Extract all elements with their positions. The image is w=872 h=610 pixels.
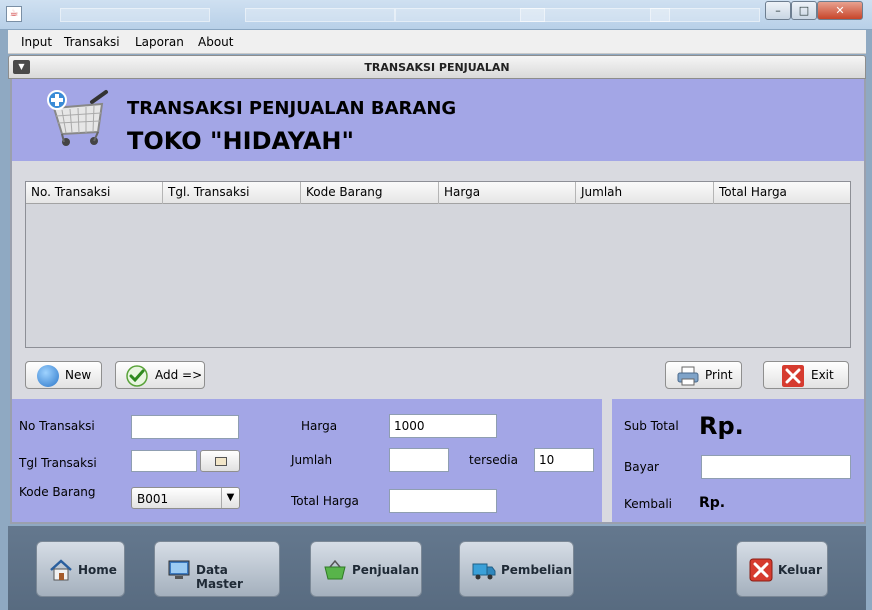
window-titlebar: ☕ – □ ✕ bbox=[0, 0, 872, 30]
printer-icon bbox=[677, 366, 699, 386]
close-window-button[interactable]: ✕ bbox=[817, 1, 863, 20]
check-icon bbox=[126, 365, 148, 387]
kode-barang-dropdown[interactable]: B001 ▼ bbox=[131, 487, 240, 509]
penjualan-label: Penjualan bbox=[352, 563, 419, 577]
jumlah-input[interactable] bbox=[389, 448, 449, 472]
home-label: Home bbox=[78, 563, 117, 577]
harga-input[interactable] bbox=[389, 414, 497, 438]
print-button[interactable]: Print bbox=[665, 361, 742, 389]
kode-barang-selected: B001 bbox=[137, 492, 169, 506]
jumlah-label: Jumlah bbox=[291, 453, 333, 467]
transaction-table[interactable]: No. Transaksi Tgl. Transaksi Kode Barang… bbox=[25, 181, 851, 348]
new-badge-icon bbox=[37, 365, 59, 387]
background-taskbar-item bbox=[245, 8, 395, 22]
subtotal-label: Sub Total bbox=[624, 419, 679, 433]
basket-icon bbox=[324, 559, 346, 580]
menu-input[interactable]: Input bbox=[21, 35, 52, 49]
bayar-label: Bayar bbox=[624, 460, 659, 474]
kembali-value: Rp. bbox=[699, 495, 726, 511]
minimize-button[interactable]: – bbox=[765, 1, 791, 20]
background-taskbar-item bbox=[520, 8, 670, 22]
column-header[interactable]: Jumlah bbox=[576, 182, 714, 204]
calendar-icon bbox=[215, 457, 227, 466]
column-header[interactable]: Harga bbox=[439, 182, 576, 204]
date-picker-button[interactable] bbox=[200, 450, 240, 472]
column-header[interactable]: Kode Barang bbox=[301, 182, 439, 204]
bayar-input[interactable] bbox=[701, 455, 851, 479]
new-button-label: New bbox=[65, 368, 92, 382]
menu-bar: Input Transaksi Laporan About bbox=[8, 30, 866, 54]
tgl-transaksi-input[interactable] bbox=[131, 450, 197, 472]
chevron-down-icon: ▼ bbox=[221, 488, 239, 508]
pembelian-label: Pembelian bbox=[501, 563, 573, 577]
monitor-icon bbox=[168, 560, 190, 579]
column-header[interactable]: Total Harga bbox=[714, 182, 850, 204]
maximize-button[interactable]: □ bbox=[791, 1, 817, 20]
exit-button-label: Exit bbox=[811, 368, 834, 382]
menu-transaksi[interactable]: Transaksi bbox=[64, 35, 120, 49]
add-button[interactable]: Add => bbox=[115, 361, 205, 389]
pembelian-button[interactable]: Pembelian bbox=[459, 541, 574, 597]
store-name: TOKO "HIDAYAH" bbox=[127, 127, 355, 155]
java-app-icon: ☕ bbox=[6, 6, 22, 22]
subtotal-value: Rp. bbox=[699, 412, 744, 440]
total-harga-input[interactable] bbox=[389, 489, 497, 513]
data-master-label: Data Master bbox=[196, 563, 243, 591]
kembali-label: Kembali bbox=[624, 497, 672, 511]
column-header[interactable]: Tgl. Transaksi bbox=[163, 182, 301, 204]
tgl-transaksi-label: Tgl Transaksi bbox=[19, 456, 97, 470]
frame-title: TRANSAKSI PENJUALAN bbox=[364, 61, 510, 74]
background-taskbar-item bbox=[60, 8, 210, 22]
menu-about[interactable]: About bbox=[198, 35, 233, 49]
close-icon bbox=[749, 558, 773, 582]
close-icon bbox=[782, 365, 804, 387]
home-button[interactable]: Home bbox=[36, 541, 125, 597]
keluar-button[interactable]: Keluar bbox=[736, 541, 828, 597]
penjualan-button[interactable]: Penjualan bbox=[310, 541, 422, 597]
no-transaksi-input[interactable] bbox=[131, 415, 239, 439]
exit-button[interactable]: Exit bbox=[763, 361, 849, 389]
panel-divider bbox=[602, 399, 612, 522]
add-button-label: Add => bbox=[155, 368, 203, 382]
internal-frame-titlebar: ▼ TRANSAKSI PENJUALAN bbox=[8, 55, 866, 79]
data-master-button[interactable]: Data Master bbox=[154, 541, 280, 597]
print-button-label: Print bbox=[705, 368, 733, 382]
menu-laporan[interactable]: Laporan bbox=[135, 35, 184, 49]
tersedia-input[interactable] bbox=[534, 448, 594, 472]
table-header: No. Transaksi Tgl. Transaksi Kode Barang… bbox=[26, 182, 850, 204]
tersedia-label: tersedia bbox=[469, 453, 518, 467]
header-title: TRANSAKSI PENJUALAN BARANG bbox=[127, 98, 457, 119]
no-transaksi-label: No Transaksi bbox=[19, 419, 95, 433]
total-harga-label: Total Harga bbox=[291, 494, 359, 508]
shopping-cart-icon bbox=[47, 90, 108, 146]
new-button[interactable]: New bbox=[25, 361, 102, 389]
harga-label: Harga bbox=[301, 419, 338, 433]
truck-icon bbox=[472, 563, 496, 580]
background-taskbar-item bbox=[650, 8, 760, 22]
keluar-label: Keluar bbox=[778, 563, 822, 577]
home-icon bbox=[50, 559, 72, 581]
kode-barang-label: Kode Barang bbox=[19, 485, 96, 499]
column-header[interactable]: No. Transaksi bbox=[26, 182, 163, 204]
